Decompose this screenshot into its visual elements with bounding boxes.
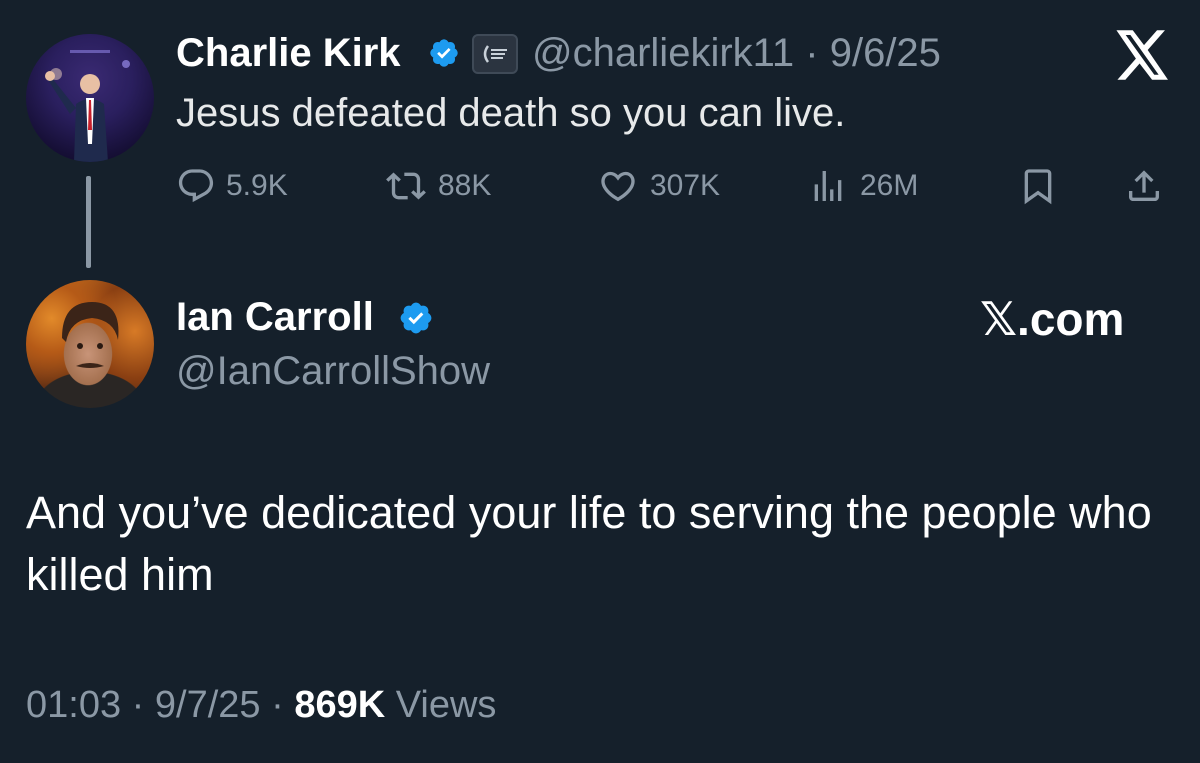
analytics-icon: [814, 171, 842, 201]
verified-badge-icon: [400, 302, 432, 334]
quoted-tweet-text: Jesus defeated death so you can live.: [176, 91, 846, 135]
tweet-text: And you’ve dedicated your life to servin…: [26, 487, 1152, 600]
tweet-views-label: Views: [395, 684, 497, 726]
affiliation-badge-icon[interactable]: [472, 34, 518, 74]
repost-button[interactable]: 88K: [384, 162, 491, 210]
author-handle[interactable]: @IanCarrollShow: [176, 346, 490, 396]
reply-icon: [178, 169, 214, 203]
reply-button[interactable]: 5.9K: [176, 162, 288, 210]
share-icon: [1129, 170, 1159, 201]
heart-icon: [601, 171, 635, 202]
charlie-kirk-avatar[interactable]: [26, 34, 154, 162]
x-dot-com-label: 𝕏.com: [980, 293, 1125, 345]
reply-count: 5.9K: [226, 169, 288, 202]
x-logo-icon: [1116, 30, 1168, 80]
views-count: 26M: [860, 169, 919, 202]
tweet-date: 9/7/25: [154, 684, 261, 726]
tweet-time: 01:03: [26, 684, 122, 726]
avatar-figure: [45, 50, 130, 162]
share-button[interactable]: [1124, 162, 1164, 210]
bookmark-icon: [1024, 169, 1052, 205]
repost-count: 88K: [438, 169, 492, 202]
quoted-author-name[interactable]: Charlie Kirk: [176, 28, 401, 78]
like-count: 307K: [650, 169, 721, 202]
organization-logo-icon: [483, 45, 507, 63]
verified-badge-icon: [430, 39, 458, 67]
ian-carroll-avatar[interactable]: [26, 280, 154, 408]
bookmark-button[interactable]: [1018, 162, 1058, 210]
avatar-portrait: [62, 302, 119, 368]
quoted-author-handle-date[interactable]: @charliekirk11 · 9/6/25: [532, 28, 941, 78]
tweet-views-count: 869K: [294, 684, 386, 726]
views-button[interactable]: 26M: [806, 162, 918, 210]
repost-icon: [386, 172, 426, 200]
like-button[interactable]: 307K: [596, 162, 720, 210]
tweet-metadata: 01:03 · 9/7/25 · 869K Views: [26, 684, 497, 726]
thread-connector-line: [86, 176, 91, 268]
author-name[interactable]: Ian Carroll: [176, 292, 374, 342]
